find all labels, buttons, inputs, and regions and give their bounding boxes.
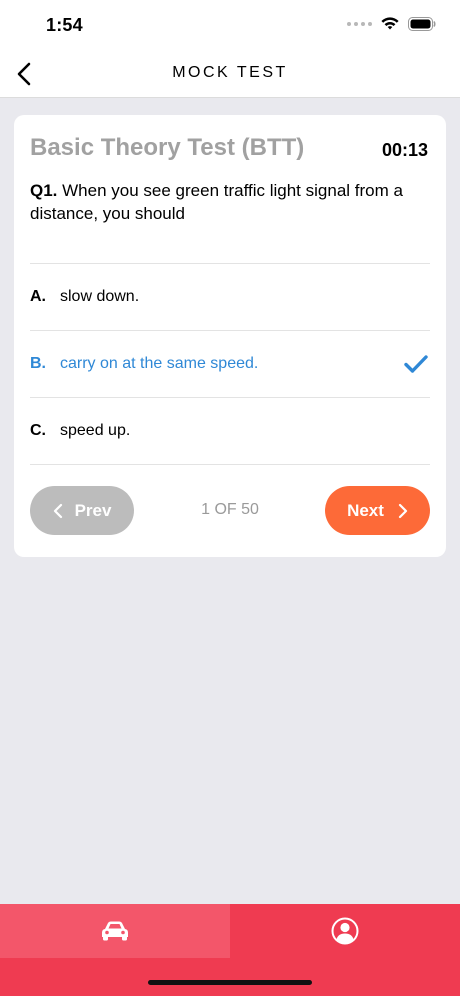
next-label: Next — [347, 500, 384, 520]
option-letter: C. — [30, 422, 46, 439]
status-time: 1:54 — [46, 15, 83, 35]
next-button[interactable]: Next — [325, 486, 430, 535]
option-a[interactable]: A. slow down. — [30, 264, 430, 331]
question-text: Q1. When you see green traffic light sig… — [30, 179, 430, 225]
checkmark-icon — [404, 355, 428, 373]
option-letter: B. — [30, 355, 46, 372]
pager: Prev 1 OF 50 Next — [30, 486, 430, 535]
question-card: Basic Theory Test (BTT) 00:13 Q1. When y… — [14, 115, 446, 557]
option-b[interactable]: B. carry on at the same speed. — [30, 331, 430, 398]
screen: 1:54 MOCK TEST Basic Theory Test (BTT) 0… — [0, 0, 460, 996]
tab-mock-test[interactable] — [0, 904, 230, 958]
question-number: Q1. — [30, 181, 58, 200]
car-icon — [102, 921, 128, 941]
profile-icon — [331, 917, 359, 945]
answer-options: A. slow down. B. carry on at the same sp… — [30, 263, 430, 465]
battery-icon — [408, 16, 436, 31]
status-icons — [347, 16, 436, 31]
page-title: MOCK TEST — [172, 64, 288, 81]
question-body: When you see green traffic light signal … — [30, 181, 403, 223]
option-c[interactable]: C. speed up. — [30, 398, 430, 465]
wifi-icon — [381, 17, 399, 30]
nav-bar: MOCK TEST — [0, 50, 460, 98]
option-text: slow down. — [60, 288, 140, 305]
cellular-signal-icon — [347, 21, 372, 26]
test-title: Basic Theory Test (BTT) — [30, 134, 305, 161]
home-indicator — [148, 980, 312, 985]
option-text: carry on at the same speed. — [60, 355, 259, 372]
chevron-right-icon — [398, 503, 408, 518]
timer: 00:13 — [381, 140, 428, 160]
status-bar: 1:54 — [0, 0, 460, 50]
tab-profile[interactable] — [230, 904, 460, 958]
option-letter: A. — [30, 288, 46, 305]
option-text: speed up. — [60, 422, 131, 439]
